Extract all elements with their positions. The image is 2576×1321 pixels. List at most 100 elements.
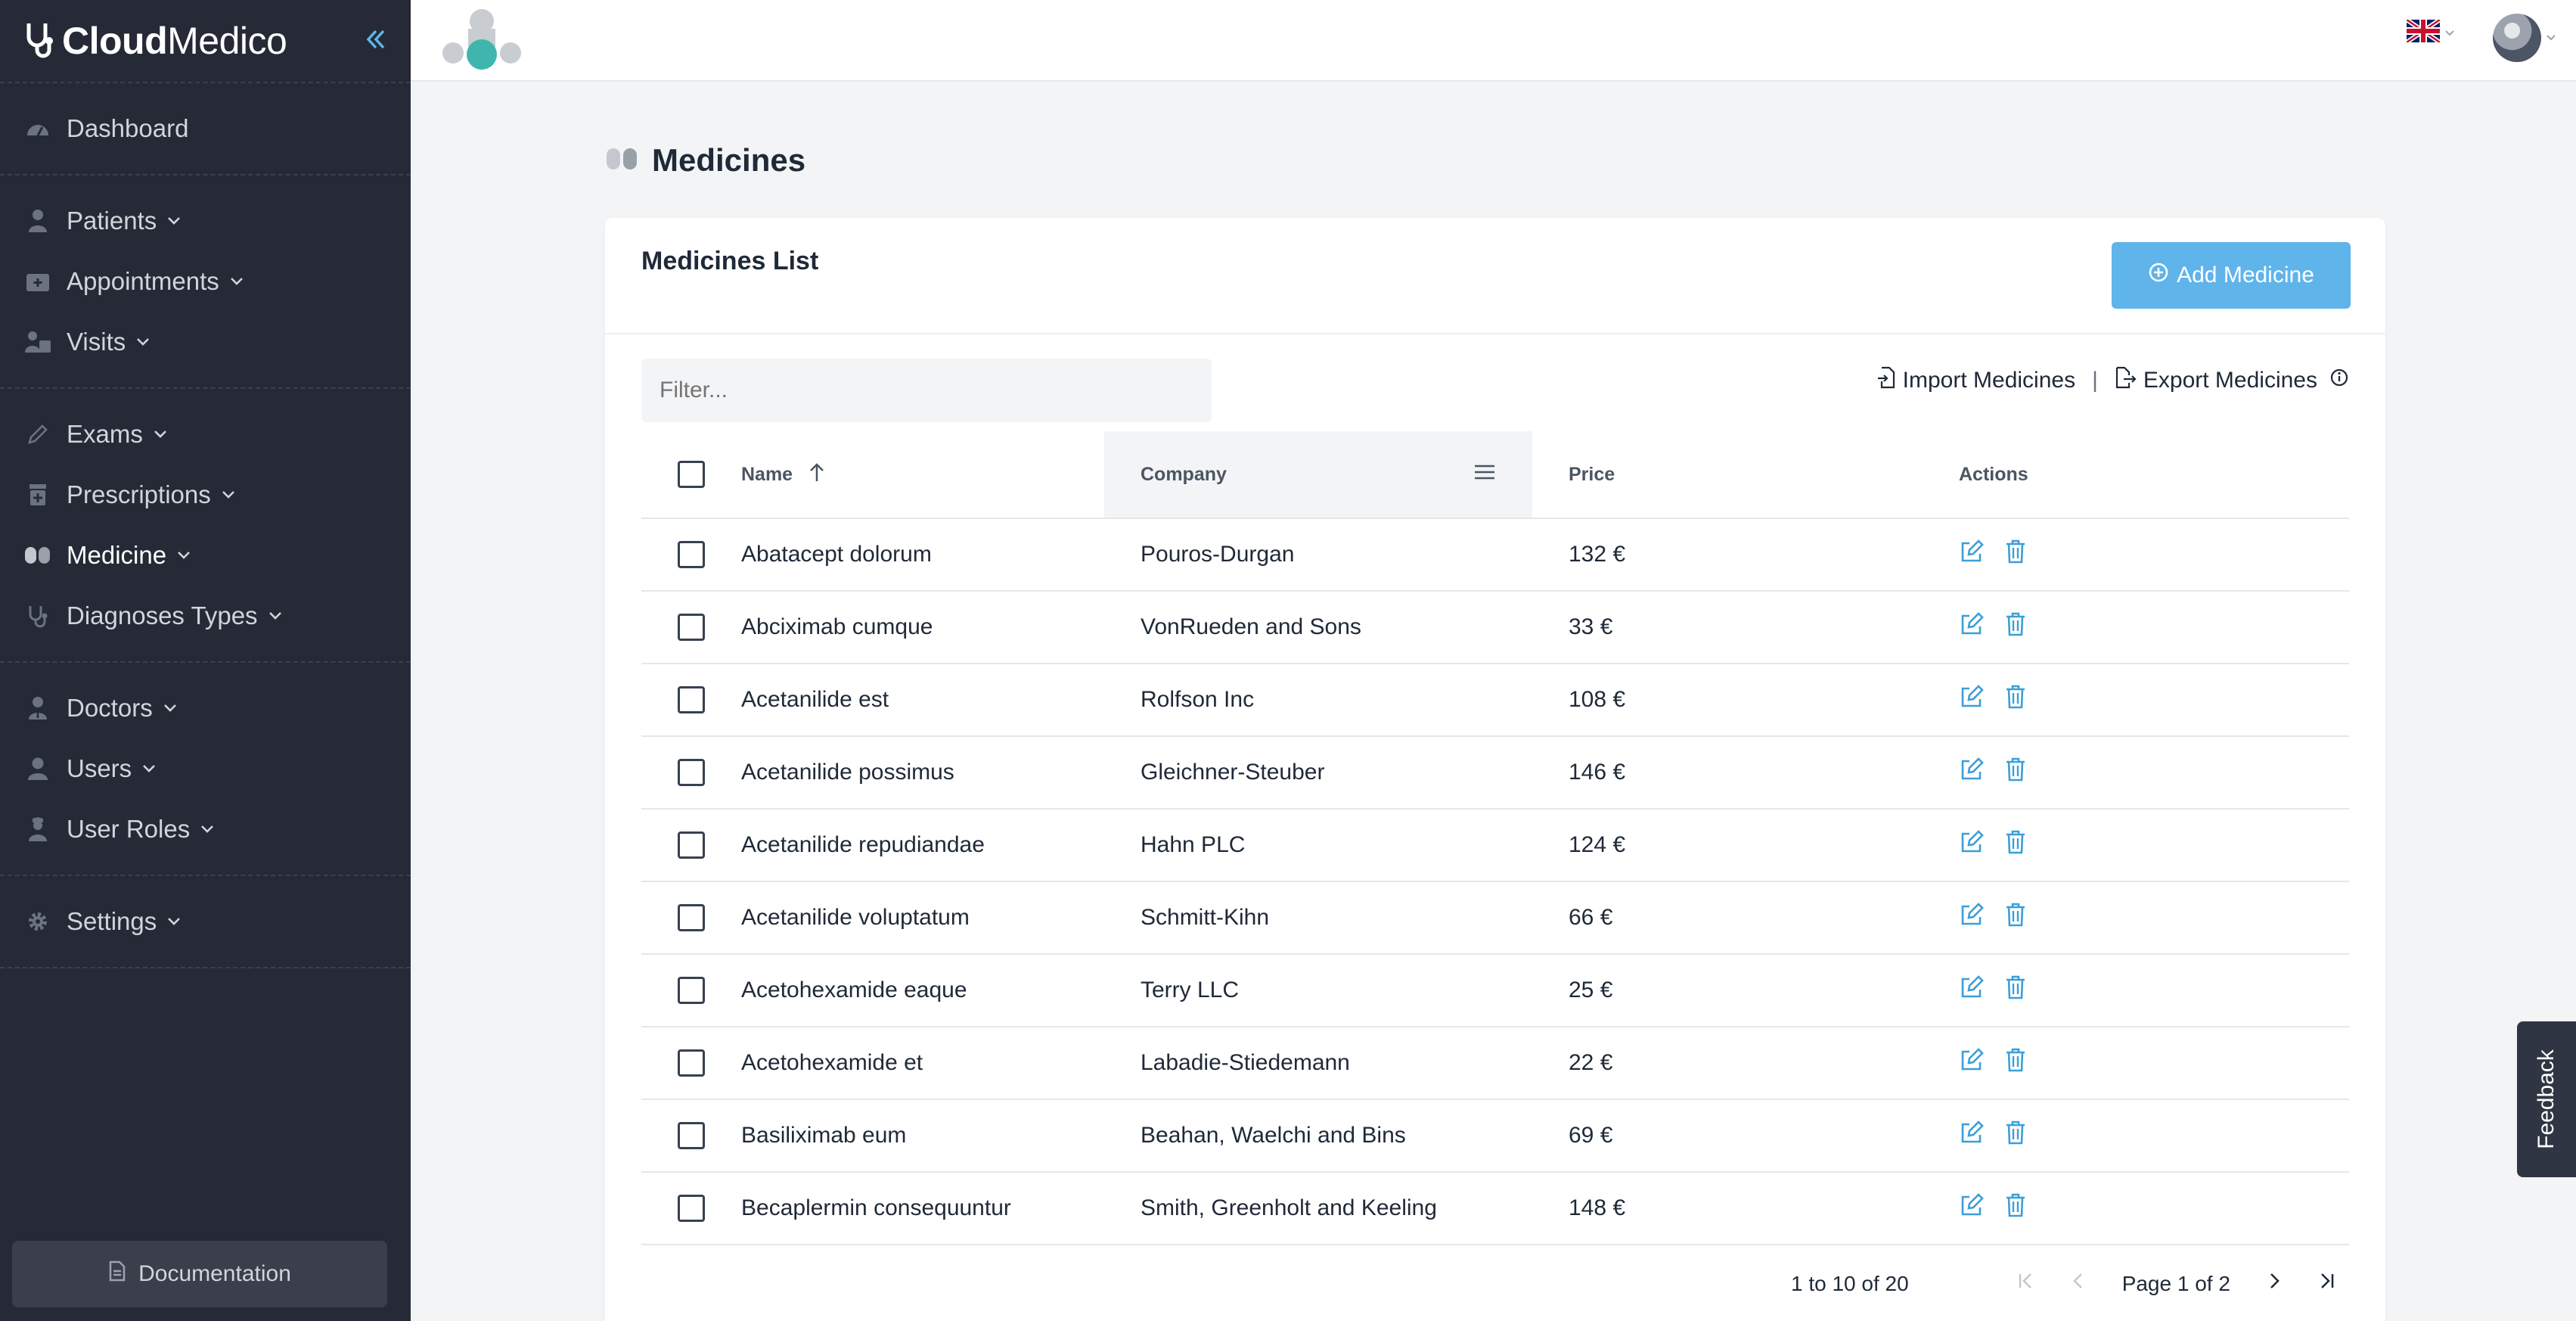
table-row: Acetohexamide et Labadie-Stiedemann 22 € bbox=[641, 1027, 2349, 1100]
first-page-button[interactable] bbox=[2016, 1271, 2036, 1296]
pagination-range: 1 to 10 of 20 bbox=[1791, 1271, 1909, 1295]
delete-button[interactable] bbox=[2004, 1047, 2027, 1079]
pagination: 1 to 10 of 20 Page 1 of 2 bbox=[1791, 1271, 2353, 1296]
price-value: 148 € bbox=[1569, 1195, 1626, 1220]
delete-button[interactable] bbox=[2004, 611, 2027, 643]
edit-button[interactable] bbox=[1959, 974, 1985, 1006]
table-row: Basiliximab eum Beahan, Waelchi and Bins… bbox=[641, 1100, 2349, 1173]
edit-icon bbox=[1959, 611, 1985, 643]
table-row: Acetanilide est Rolfson Inc 108 € bbox=[641, 664, 2349, 737]
edit-icon bbox=[1959, 1047, 1985, 1079]
medicine-name-cell: Acetanilide repudiandae bbox=[741, 832, 1104, 858]
company-column-header[interactable]: Company bbox=[1104, 431, 1532, 518]
name-column-header[interactable]: Name bbox=[741, 462, 1104, 488]
language-selector[interactable] bbox=[2405, 17, 2455, 46]
delete-button[interactable] bbox=[2004, 684, 2027, 716]
delete-button[interactable] bbox=[2004, 902, 2027, 934]
sidebar-item-exams[interactable]: Exams bbox=[0, 404, 411, 465]
row-select-cell bbox=[641, 977, 741, 1004]
company-cell: Pouros-Durgan bbox=[1104, 519, 1532, 590]
price-value: 132 € bbox=[1569, 542, 1626, 567]
chevron-down-icon bbox=[167, 917, 181, 926]
trash-icon bbox=[2004, 757, 2027, 788]
actions-cell bbox=[1959, 757, 2349, 788]
gear-icon bbox=[24, 908, 51, 935]
row-checkbox[interactable] bbox=[678, 1195, 705, 1222]
row-checkbox[interactable] bbox=[678, 614, 705, 641]
row-checkbox[interactable] bbox=[678, 541, 705, 568]
sidebar-item-doctors[interactable]: Doctors bbox=[0, 678, 411, 738]
edit-button[interactable] bbox=[1959, 1047, 1985, 1079]
sidebar-item-settings[interactable]: Settings bbox=[0, 891, 411, 952]
chevron-right-icon bbox=[2264, 1271, 2283, 1296]
sidebar-item-appointments[interactable]: Appointments bbox=[0, 251, 411, 312]
documentation-label: Documentation bbox=[138, 1261, 291, 1286]
sidebar-item-dashboard[interactable]: Dashboard bbox=[0, 98, 411, 159]
edit-icon bbox=[1959, 974, 1985, 1006]
sidebar-item-patients[interactable]: Patients bbox=[0, 191, 411, 251]
export-medicines-link[interactable]: Export Medicines bbox=[2115, 366, 2317, 395]
company-name: Pouros-Durgan bbox=[1141, 542, 1295, 567]
edit-icon bbox=[1959, 829, 1985, 861]
trash-icon bbox=[2004, 1120, 2027, 1152]
add-medicine-button[interactable]: Add Medicine bbox=[2112, 242, 2351, 309]
edit-button[interactable] bbox=[1959, 1120, 1985, 1152]
nav-group: Settings bbox=[0, 876, 411, 968]
row-checkbox[interactable] bbox=[678, 904, 705, 931]
documentation-button[interactable]: Documentation bbox=[12, 1241, 387, 1307]
feedback-tab[interactable]: Feedback bbox=[2517, 1021, 2576, 1177]
company-cell: Smith, Greenholt and Keeling bbox=[1104, 1173, 1532, 1244]
card-title: Medicines List bbox=[641, 247, 819, 275]
delete-button[interactable] bbox=[2004, 974, 2027, 1006]
table-row: Acetanilide voluptatum Schmitt-Kihn 66 € bbox=[641, 882, 2349, 955]
edit-button[interactable] bbox=[1959, 1192, 1985, 1224]
last-page-button[interactable] bbox=[2317, 1271, 2336, 1296]
app-logo[interactable] bbox=[438, 6, 526, 75]
edit-button[interactable] bbox=[1959, 684, 1985, 716]
sidebar-item-prescriptions[interactable]: Prescriptions bbox=[0, 465, 411, 525]
delete-button[interactable] bbox=[2004, 829, 2027, 861]
delete-button[interactable] bbox=[2004, 757, 2027, 788]
user-menu[interactable] bbox=[2493, 14, 2556, 62]
row-checkbox[interactable] bbox=[678, 686, 705, 713]
card-header: Medicines List Add Medicine bbox=[605, 218, 2385, 334]
medicine-name-cell: Acetanilide est bbox=[741, 687, 1104, 713]
sidebar-item-diagnoses-types[interactable]: Diagnoses Types bbox=[0, 586, 411, 646]
pen-icon bbox=[24, 421, 51, 448]
brand-logo[interactable]: CloudMedico bbox=[23, 19, 287, 63]
sidebar-item-visits[interactable]: Visits bbox=[0, 312, 411, 372]
price-column-header[interactable]: Price bbox=[1532, 464, 1959, 486]
edit-button[interactable] bbox=[1959, 539, 1985, 570]
table-header: Name Company Price Actions bbox=[641, 431, 2349, 519]
name-header-label: Name bbox=[741, 463, 793, 485]
row-checkbox[interactable] bbox=[678, 759, 705, 786]
sidebar-item-users[interactable]: Users bbox=[0, 738, 411, 799]
import-medicines-link[interactable]: Import Medicines bbox=[1877, 366, 2075, 395]
delete-button[interactable] bbox=[2004, 1192, 2027, 1224]
delete-button[interactable] bbox=[2004, 539, 2027, 570]
row-checkbox[interactable] bbox=[678, 831, 705, 859]
next-page-button[interactable] bbox=[2264, 1271, 2283, 1296]
delete-button[interactable] bbox=[2004, 1120, 2027, 1152]
row-checkbox[interactable] bbox=[678, 1122, 705, 1149]
medicine-name: Acetanilide voluptatum bbox=[741, 905, 970, 930]
column-menu-icon[interactable] bbox=[1473, 464, 1496, 486]
collapse-sidebar-button[interactable] bbox=[359, 24, 393, 58]
filter-input[interactable] bbox=[641, 359, 1212, 422]
edit-button[interactable] bbox=[1959, 757, 1985, 788]
edit-button[interactable] bbox=[1959, 902, 1985, 934]
sidebar-item-medicine[interactable]: Medicine bbox=[0, 525, 411, 586]
row-checkbox[interactable] bbox=[678, 1049, 705, 1077]
info-icon[interactable] bbox=[2329, 368, 2349, 393]
price-cell: 33 € bbox=[1532, 614, 1959, 640]
actions-cell bbox=[1959, 974, 2349, 1006]
row-checkbox[interactable] bbox=[678, 977, 705, 1004]
edit-button[interactable] bbox=[1959, 829, 1985, 861]
medicine-name: Acetohexamide eaque bbox=[741, 978, 967, 1002]
row-select-cell bbox=[641, 1049, 741, 1077]
sidebar-item-user-roles[interactable]: User Roles bbox=[0, 799, 411, 859]
select-all-checkbox[interactable] bbox=[678, 461, 705, 488]
uk-flag-icon bbox=[2405, 17, 2441, 46]
edit-button[interactable] bbox=[1959, 611, 1985, 643]
previous-page-button[interactable] bbox=[2069, 1271, 2089, 1296]
